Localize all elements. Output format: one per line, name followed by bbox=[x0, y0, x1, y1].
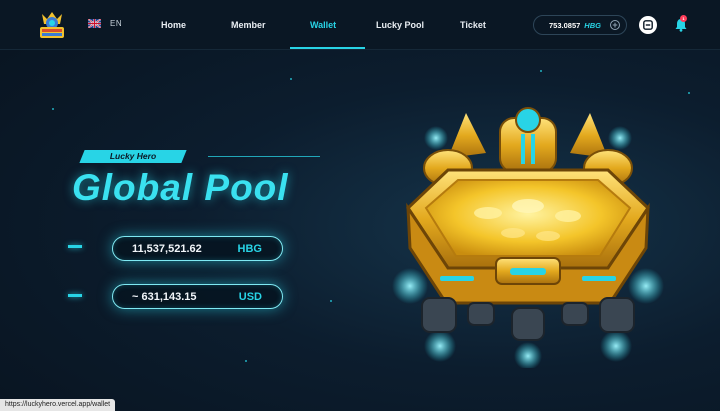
page-title: Global Pool bbox=[72, 167, 289, 208]
scan-icon bbox=[643, 20, 653, 30]
nav-link-ticket[interactable]: Ticket bbox=[460, 20, 486, 30]
star-decoration bbox=[688, 92, 690, 94]
status-bar-url: https://luckyhero.vercel.app/wallet bbox=[0, 399, 116, 411]
nav-link-wallet[interactable]: Wallet bbox=[310, 20, 336, 30]
uk-flag-icon bbox=[88, 19, 101, 28]
nav-link-lucky-pool[interactable]: Lucky Pool bbox=[376, 20, 424, 30]
lucky-hero-logo[interactable] bbox=[38, 10, 66, 40]
bullet-dash bbox=[68, 294, 82, 297]
active-tab-indicator bbox=[290, 47, 365, 49]
top-navbar: EN Home Member Wallet Lucky Pool Ticket … bbox=[0, 0, 720, 50]
star-decoration bbox=[290, 78, 292, 80]
tag-divider bbox=[208, 156, 320, 157]
hero-tag: Lucky Hero bbox=[109, 151, 157, 161]
star-decoration bbox=[52, 108, 54, 110]
notification-badge: 1 bbox=[680, 15, 687, 22]
language-label: EN bbox=[110, 19, 123, 28]
scan-button[interactable] bbox=[639, 16, 657, 34]
balance-unit: HBG bbox=[584, 20, 601, 30]
star-decoration bbox=[245, 360, 247, 362]
pool-hbg-display: 11,537,521.62 HBG bbox=[112, 236, 283, 261]
balance-amount: 753.0857 bbox=[549, 20, 581, 30]
star-decoration bbox=[330, 300, 332, 302]
treasure-chest-illustration bbox=[392, 107, 664, 368]
pool-usd-unit: USD bbox=[238, 291, 262, 303]
pool-hbg-value: 11,537,521.62 bbox=[132, 243, 202, 255]
star-decoration bbox=[540, 70, 542, 72]
nav-link-home[interactable]: Home bbox=[161, 20, 186, 30]
pool-hbg-unit: HBG bbox=[237, 243, 262, 255]
language-selector[interactable]: EN bbox=[88, 19, 122, 28]
plus-circle-icon[interactable]: + bbox=[610, 20, 620, 30]
bullet-dash bbox=[68, 245, 82, 248]
wallet-balance[interactable]: 753.0857 HBG + bbox=[533, 15, 627, 35]
nav-link-member[interactable]: Member bbox=[231, 20, 266, 30]
pool-usd-display: ~ 631,143.15 USD bbox=[112, 284, 283, 309]
pool-usd-value: ~ 631,143.15 bbox=[132, 291, 197, 303]
